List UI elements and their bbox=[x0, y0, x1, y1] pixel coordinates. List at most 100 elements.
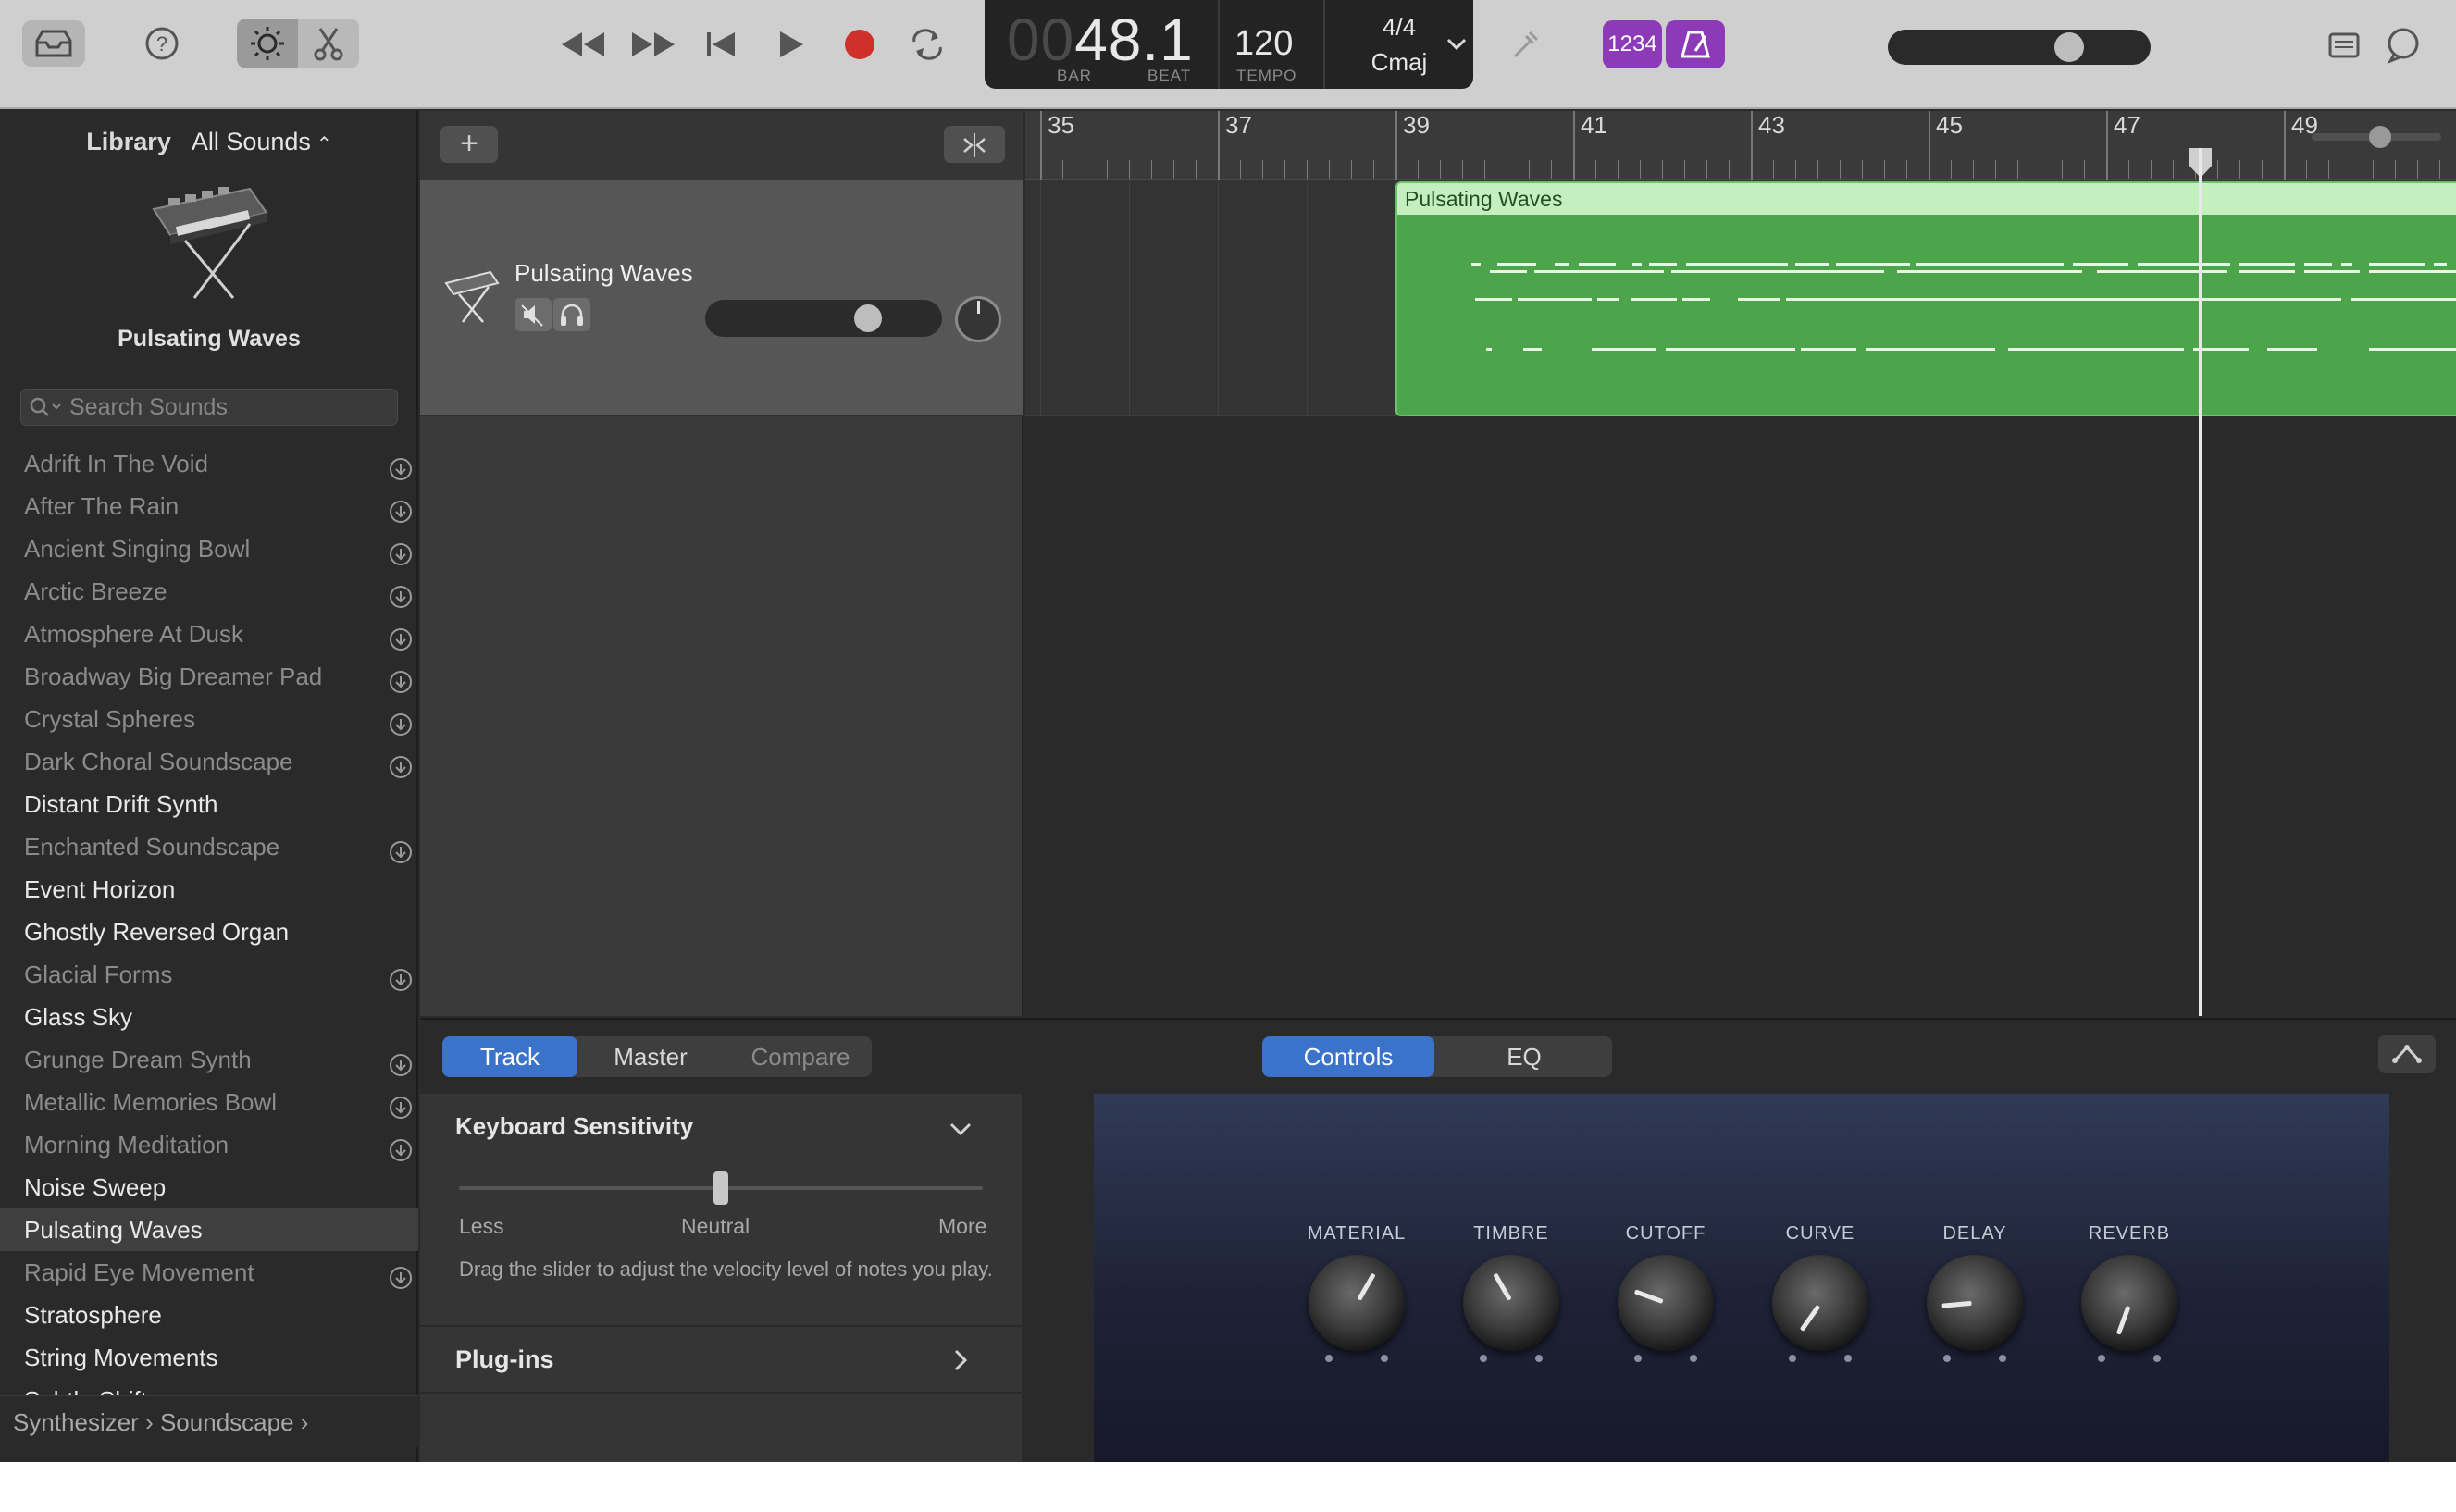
download-icon[interactable] bbox=[389, 537, 413, 565]
keyboard-sensitivity-thumb[interactable] bbox=[713, 1171, 728, 1205]
sound-list-item[interactable]: Metallic Memories Bowl bbox=[0, 1081, 418, 1123]
tab-compare[interactable]: Compare bbox=[731, 1036, 870, 1077]
metronome-button[interactable] bbox=[1666, 20, 1725, 68]
tuner-button[interactable] bbox=[1505, 24, 1547, 67]
sound-list-item[interactable]: Adrift In The Void bbox=[0, 442, 418, 485]
download-icon[interactable] bbox=[389, 1090, 413, 1119]
mute-button[interactable] bbox=[515, 298, 552, 331]
loop-browser-button[interactable] bbox=[2380, 22, 2426, 68]
tab-eq[interactable]: EQ bbox=[1438, 1036, 1610, 1077]
midi-note bbox=[1801, 348, 1856, 351]
sound-list-item[interactable]: Stratosphere bbox=[0, 1294, 418, 1336]
lcd-mode-chevron[interactable] bbox=[1440, 28, 1473, 61]
breadcrumb-item[interactable]: Synthesizer bbox=[13, 1408, 139, 1436]
plugins-row[interactable]: Plug-ins bbox=[420, 1325, 1022, 1394]
track-header[interactable]: Pulsating Waves bbox=[420, 180, 1023, 416]
sound-list-item[interactable]: Ancient Singing Bowl bbox=[0, 527, 418, 570]
master-volume-slider[interactable] bbox=[1888, 30, 2151, 65]
zoom-knob[interactable] bbox=[2369, 126, 2391, 148]
track-volume-knob[interactable] bbox=[853, 304, 882, 332]
breadcrumb-item[interactable]: Soundscape bbox=[160, 1408, 294, 1436]
count-in-button[interactable]: 1234 bbox=[1603, 20, 1662, 68]
synth-knob-cutoff[interactable]: CUTOFF bbox=[1610, 1223, 1721, 1366]
catch-playhead-button[interactable] bbox=[944, 126, 1005, 163]
sound-list-item[interactable]: Atmosphere At Dusk bbox=[0, 613, 418, 655]
keyboard-sensitivity-title[interactable]: Keyboard Sensitivity bbox=[455, 1112, 693, 1141]
sound-list-item[interactable]: Event Horizon bbox=[0, 868, 418, 911]
zoom-slider[interactable] bbox=[2312, 126, 2441, 148]
sound-list-item[interactable]: After The Rain bbox=[0, 485, 418, 527]
sound-list-item[interactable]: Pulsating Waves bbox=[0, 1208, 418, 1251]
tracks-area[interactable]: 35 37 39 41 43 45 47 49 Pulsating Waves bbox=[1025, 111, 2456, 1016]
synth-knob-delay[interactable]: DELAY bbox=[1919, 1223, 2030, 1366]
smart-tempo-button[interactable] bbox=[237, 19, 298, 68]
tab-track[interactable]: Track bbox=[442, 1036, 577, 1077]
notepad-button[interactable] bbox=[2323, 24, 2365, 67]
sound-list-item[interactable]: Crystal Spheres bbox=[0, 698, 418, 740]
pan-knob[interactable] bbox=[955, 296, 1001, 342]
download-icon[interactable] bbox=[389, 579, 413, 608]
knob[interactable] bbox=[1772, 1255, 1868, 1351]
keyboard-sensitivity-slider[interactable] bbox=[459, 1171, 983, 1205]
tab-controls[interactable]: Controls bbox=[1262, 1036, 1434, 1077]
track-name[interactable]: Pulsating Waves bbox=[515, 259, 693, 288]
smart-controls-inspector-button[interactable] bbox=[2378, 1035, 2436, 1073]
sound-list-item[interactable]: Arctic Breeze bbox=[0, 570, 418, 613]
download-icon[interactable] bbox=[389, 750, 413, 778]
synth-knob-curve[interactable]: CURVE bbox=[1765, 1223, 1876, 1366]
download-icon[interactable] bbox=[389, 664, 413, 693]
tab-master[interactable]: Master bbox=[581, 1036, 720, 1077]
playhead[interactable] bbox=[2199, 148, 2202, 1016]
sound-list-item[interactable]: String Movements bbox=[0, 1336, 418, 1379]
cycle-button[interactable] bbox=[903, 22, 951, 67]
download-icon[interactable] bbox=[389, 1047, 413, 1076]
rewind-button[interactable] bbox=[555, 22, 611, 67]
go-to-beginning-button[interactable] bbox=[698, 22, 744, 67]
search-sounds-field[interactable]: Search Sounds bbox=[20, 389, 398, 426]
track-volume-slider[interactable] bbox=[705, 300, 942, 337]
knob[interactable] bbox=[1463, 1255, 1559, 1351]
download-icon[interactable] bbox=[389, 622, 413, 651]
sound-list-item[interactable]: Glass Sky bbox=[0, 996, 418, 1038]
knob[interactable] bbox=[2081, 1255, 2177, 1351]
synth-knob-reverb[interactable]: REVERB bbox=[2074, 1223, 2185, 1366]
synth-knob-material[interactable]: MATERIAL bbox=[1301, 1223, 1412, 1366]
download-icon[interactable] bbox=[389, 962, 413, 991]
synth-knob-timbre[interactable]: TIMBRE bbox=[1456, 1223, 1567, 1366]
split-arrows-icon bbox=[963, 133, 986, 157]
solo-button[interactable] bbox=[553, 298, 590, 331]
midi-region[interactable]: Pulsating Waves bbox=[1395, 181, 2456, 416]
master-volume-knob[interactable] bbox=[2054, 32, 2085, 62]
ruler[interactable]: 35 37 39 41 43 45 47 49 bbox=[1025, 111, 2456, 180]
download-icon[interactable] bbox=[389, 452, 413, 480]
fast-forward-button[interactable] bbox=[626, 22, 681, 67]
sound-list-item[interactable]: Distant Drift Synth bbox=[0, 783, 418, 825]
sound-list-item[interactable]: Glacial Forms bbox=[0, 953, 418, 996]
library-button[interactable] bbox=[22, 20, 85, 67]
knob[interactable] bbox=[1927, 1255, 2023, 1351]
skip-back-icon bbox=[707, 32, 735, 56]
sound-filter-dropdown[interactable]: All Sounds bbox=[192, 128, 311, 155]
sound-list-item[interactable]: Ghostly Reversed Organ bbox=[0, 911, 418, 953]
record-button[interactable] bbox=[837, 22, 883, 67]
download-icon[interactable] bbox=[389, 1133, 413, 1161]
quick-help-button[interactable]: ? bbox=[139, 20, 185, 67]
sound-list-item[interactable]: Enchanted Soundscape bbox=[0, 825, 418, 868]
knob[interactable] bbox=[1618, 1255, 1714, 1351]
scissors-button[interactable] bbox=[298, 19, 359, 68]
download-icon[interactable] bbox=[389, 835, 413, 863]
play-button[interactable] bbox=[768, 22, 814, 67]
lcd-display[interactable]: 0048.1 BAR BEAT 120 TEMPO 4/4 Cmaj bbox=[985, 0, 1473, 89]
knob[interactable] bbox=[1309, 1255, 1405, 1351]
sound-list-item[interactable]: Dark Choral Soundscape bbox=[0, 740, 418, 783]
chevron-down-icon[interactable] bbox=[948, 1116, 974, 1142]
sound-list-item[interactable]: Noise Sweep bbox=[0, 1166, 418, 1208]
download-icon[interactable] bbox=[389, 494, 413, 523]
add-track-button[interactable]: + bbox=[440, 126, 498, 163]
sound-list-item[interactable]: Broadway Big Dreamer Pad bbox=[0, 655, 418, 698]
download-icon[interactable] bbox=[389, 707, 413, 736]
download-icon[interactable] bbox=[389, 1260, 413, 1289]
sound-list-item[interactable]: Rapid Eye Movement bbox=[0, 1251, 418, 1294]
sound-list-item[interactable]: Grunge Dream Synth bbox=[0, 1038, 418, 1081]
sound-list-item[interactable]: Morning Meditation bbox=[0, 1123, 418, 1166]
